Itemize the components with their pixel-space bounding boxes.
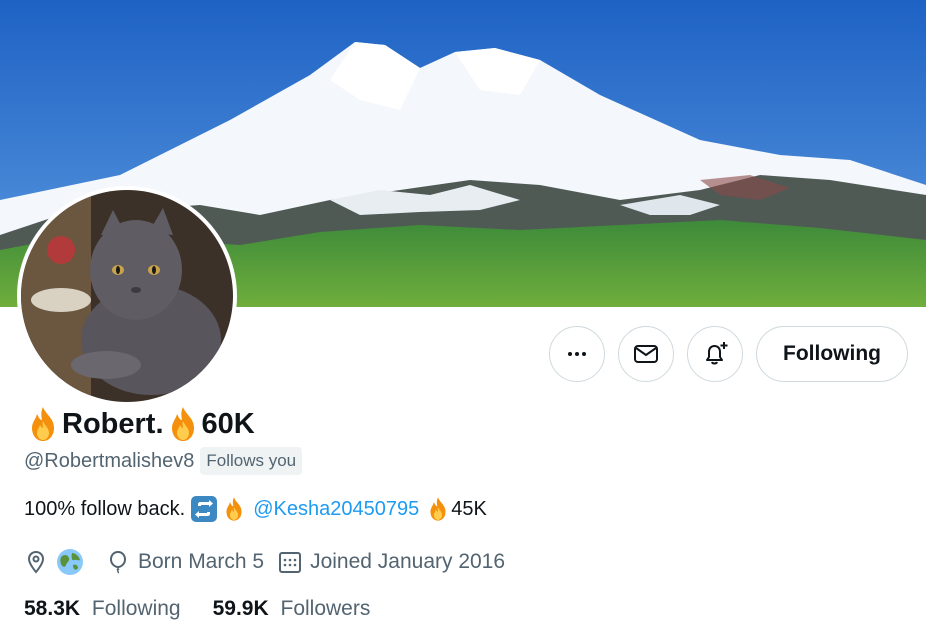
profile-meta: Born March 5 Joined January 2016: [24, 548, 519, 576]
location-pin-icon: [27, 550, 45, 574]
following-button[interactable]: Following: [756, 326, 908, 382]
profile-bio: 100% follow back. @Kesha20450795 45K: [24, 496, 487, 522]
bio-text: 100% follow back.: [24, 497, 186, 520]
message-button[interactable]: [618, 326, 675, 382]
following-label: Following: [91, 597, 181, 620]
more-icon: [568, 352, 587, 356]
birthday-item: Born March 5: [106, 550, 264, 574]
location-item: [24, 548, 92, 576]
more-button[interactable]: [549, 326, 606, 382]
joined-item: Joined January 2016: [278, 550, 505, 574]
notify-button[interactable]: [687, 326, 744, 382]
fire-emoji-icon: [32, 407, 54, 441]
display-name-text-1: Robert.: [62, 407, 164, 440]
profile-actions: Following: [549, 326, 908, 382]
display-name-text-2: 60K: [201, 407, 255, 440]
envelope-icon: [634, 345, 659, 363]
balloon-icon: [109, 550, 127, 574]
following-count: 58.3K: [24, 597, 81, 620]
follows-you-badge: Follows you: [200, 447, 303, 475]
profile-stats: 58.3K Following 59.9K Followers: [24, 597, 402, 621]
followers-stat-link[interactable]: 59.9K Followers: [213, 597, 371, 621]
followers-label: Followers: [280, 597, 371, 620]
joined-text: Joined January 2016: [310, 550, 506, 573]
globe-emoji-icon: [57, 549, 83, 575]
bio-suffix: 45K: [451, 497, 487, 520]
bell-plus-icon: [706, 342, 728, 365]
avatar-image: [21, 190, 233, 402]
bio-mention-link[interactable]: @Kesha20450795: [253, 498, 419, 521]
profile-avatar[interactable]: [17, 186, 237, 406]
following-stat-link[interactable]: 58.3K Following: [24, 597, 181, 621]
repeat-emoji-icon: [191, 496, 218, 522]
birthday-text: Born March 5: [138, 550, 265, 573]
display-name: Robert. 60K: [24, 405, 255, 443]
followers-count: 59.9K: [212, 597, 269, 620]
handle-row: @Robertmalishev8 Follows you: [24, 447, 303, 475]
fire-emoji-icon: [226, 497, 242, 521]
username-handle: @Robertmalishev8: [24, 449, 195, 472]
fire-emoji-icon: [430, 497, 446, 521]
fire-emoji-icon: [171, 407, 194, 441]
calendar-icon: [279, 552, 302, 573]
